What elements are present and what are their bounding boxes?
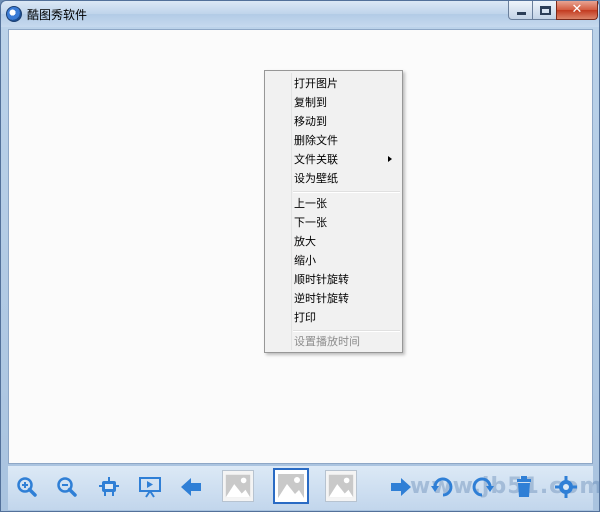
app-window: 酷图秀软件 ✕ 打开图片 复制到 移动到 删除文件 文件关联 设为壁纸 上一张 … [0,0,600,512]
rotate-right-icon [472,477,494,497]
menu-item-set-wallpaper[interactable]: 设为壁纸 [267,169,400,188]
menu-item-delete-file[interactable]: 删除文件 [267,131,400,150]
menu-item-label: 文件关联 [294,153,338,166]
previous-icon [181,478,201,496]
submenu-arrow-icon [388,156,392,162]
zoom-out-icon [57,477,77,497]
rotate-left-icon [431,477,453,497]
app-logo-icon[interactable] [6,6,22,22]
minimize-icon [517,12,526,15]
delete-icon [517,476,531,497]
settings-icon [555,476,577,498]
close-button[interactable]: ✕ [556,1,598,20]
thumbnail-1[interactable] [222,470,254,502]
menu-item-next[interactable]: 下一张 [267,213,400,232]
previous-button[interactable] [178,474,204,500]
slideshow-icon [139,477,161,498]
rotate-left-button[interactable] [429,474,455,500]
context-menu: 打开图片 复制到 移动到 删除文件 文件关联 设为壁纸 上一张 下一张 放大 缩… [264,70,403,353]
image-placeholder-icon [225,474,251,498]
rotate-right-button[interactable] [470,474,496,500]
menu-item-previous[interactable]: 上一张 [267,194,400,213]
menu-item-zoom-out[interactable]: 缩小 [267,251,400,270]
minimize-button[interactable] [508,1,533,20]
zoom-in-button[interactable] [14,474,40,500]
maximize-button[interactable] [532,1,557,20]
window-title: 酷图秀软件 [27,8,88,22]
zoom-in-icon [17,477,37,497]
image-placeholder-icon [278,474,304,498]
menu-item-copy-to[interactable]: 复制到 [267,93,400,112]
close-icon: ✕ [571,2,583,17]
delete-button[interactable] [511,474,537,500]
maximize-icon [540,6,551,15]
settings-button[interactable] [553,474,579,500]
thumbnail-3[interactable] [325,470,357,502]
image-placeholder-icon [328,474,354,498]
menu-item-set-play-time: 设置播放时间 [294,335,360,348]
menu-item-file-association[interactable]: 文件关联 [267,150,400,169]
menu-separator [293,191,400,193]
zoom-out-button[interactable] [54,474,80,500]
next-icon [391,478,411,496]
slideshow-button[interactable] [137,474,163,500]
menu-item-zoom-in[interactable]: 放大 [267,232,400,251]
fit-button[interactable] [96,474,122,500]
menu-item-rotate-counterclockwise[interactable]: 逆时针旋转 [267,289,400,308]
menu-item-open-image[interactable]: 打开图片 [267,74,400,93]
thumbnail-2-selected[interactable] [273,468,309,504]
menu-item-rotate-clockwise[interactable]: 顺时针旋转 [267,270,400,289]
fit-icon [99,477,119,496]
menu-item-print[interactable]: 打印 [267,308,400,327]
next-button[interactable] [388,474,414,500]
menu-item-move-to[interactable]: 移动到 [267,112,400,131]
bottom-toolbar: www.jb51.com [8,466,600,510]
